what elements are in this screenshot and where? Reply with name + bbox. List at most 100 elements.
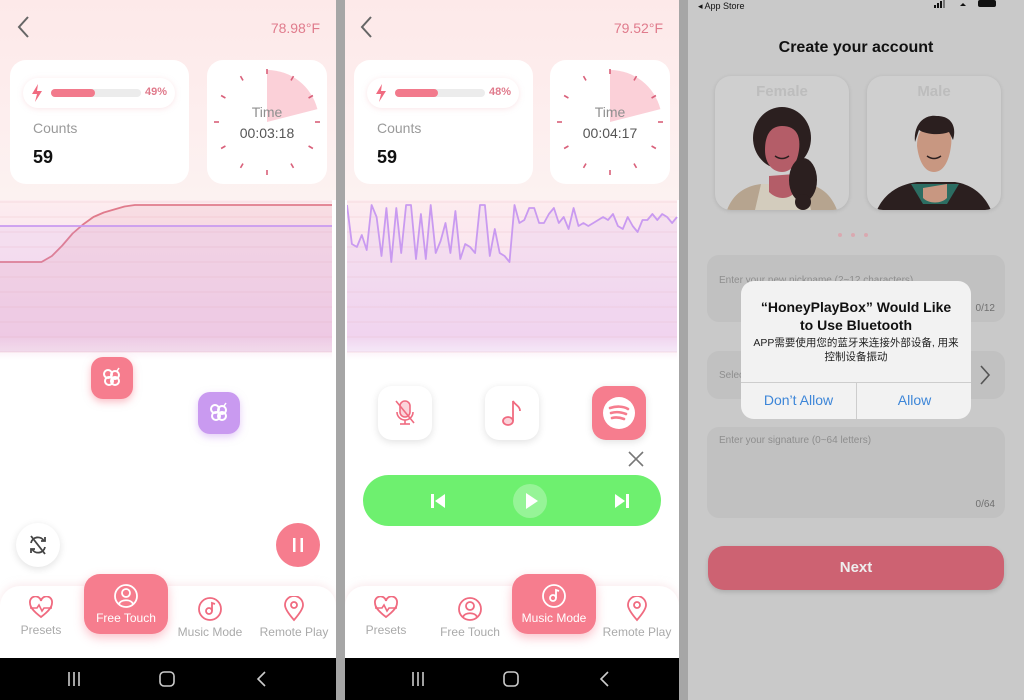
nav-label: Remote Play xyxy=(602,625,672,639)
nav-label: Music Mode xyxy=(177,625,243,639)
wifi-icon xyxy=(960,3,966,6)
flower-pattern-icon xyxy=(103,367,120,386)
nav-label: Free Touch xyxy=(96,611,156,625)
recent-apps-icon[interactable] xyxy=(408,670,428,688)
chevron-right-icon xyxy=(980,365,991,385)
battery-bar xyxy=(51,89,141,97)
nav-remote-play[interactable]: Remote Play xyxy=(597,596,677,639)
signature-counter: 0/64 xyxy=(975,499,995,510)
music-disc-icon xyxy=(542,584,566,608)
music-intensity-chart xyxy=(347,200,678,360)
signal-icon xyxy=(934,0,945,8)
time-value: 00:04:17 xyxy=(582,125,638,141)
timer-dial xyxy=(214,69,320,175)
dont-allow-button[interactable]: Don’t Allow xyxy=(741,382,856,419)
nav-free-touch[interactable]: Free Touch xyxy=(430,596,510,639)
nav-music-mode[interactable]: Music Mode xyxy=(170,596,250,639)
time-label: Time xyxy=(594,104,626,120)
battery-fill xyxy=(51,89,96,97)
timer-card: Time 00:03:18 xyxy=(207,60,327,184)
dial-tick xyxy=(633,163,638,169)
previous-track-icon[interactable] xyxy=(425,488,451,514)
nav-music-mode[interactable]: Music Mode xyxy=(512,574,596,634)
spotify-icon xyxy=(603,397,635,429)
sync-off-icon xyxy=(30,535,46,555)
nav-label: Music Mode xyxy=(521,611,587,625)
bluetooth-permission-alert: “HoneyPlayBox” Would Like to Use Bluetoo… xyxy=(741,281,971,419)
counts-card: 49% Counts 59 xyxy=(10,60,189,184)
heartbeat-icon xyxy=(29,596,53,619)
timer-dial xyxy=(557,69,663,175)
android-nav-bar xyxy=(345,658,679,700)
signature-input[interactable]: Enter your signature (0~64 letters) 0/64 xyxy=(707,427,1005,518)
bottom-nav: Presets Free Touch Music Mode Remote Pla… xyxy=(345,574,679,658)
recent-apps-icon[interactable] xyxy=(64,670,84,688)
location-pin-icon xyxy=(627,596,647,622)
nav-presets[interactable]: Presets xyxy=(1,596,81,637)
series-area-target xyxy=(0,226,332,352)
microphone-button[interactable] xyxy=(378,386,432,440)
gender-label: Male xyxy=(917,83,951,100)
free-touch-screen: 78.98°F 49% Counts 59 Time 00:03:18 Pres… xyxy=(0,0,336,700)
allow-button[interactable]: Allow xyxy=(857,382,972,419)
dial-tick xyxy=(651,145,657,150)
counts-card: 48% Counts 59 xyxy=(354,60,533,184)
pause-button[interactable] xyxy=(276,523,320,567)
music-note-icon xyxy=(502,400,521,426)
timer-card: Time 00:04:17 xyxy=(550,60,670,184)
back-nav-icon[interactable] xyxy=(252,670,272,688)
nav-label: Free Touch xyxy=(440,625,500,639)
temperature-readout: 79.52°F xyxy=(613,20,663,36)
nickname-counter: 0/12 xyxy=(975,303,995,314)
battery-fill xyxy=(395,89,439,97)
status-back-to-app-store[interactable]: ◂ App Store xyxy=(698,1,745,12)
back-nav-icon[interactable] xyxy=(595,670,615,688)
next-button[interactable]: Next xyxy=(708,546,1004,590)
dial-tick xyxy=(290,163,295,169)
close-player-icon[interactable] xyxy=(627,450,645,468)
music-mode-screen: 79.52°F 48% Counts 59 Time 00:04:17 Pres… xyxy=(345,0,679,700)
flower-pattern-icon xyxy=(210,402,227,421)
back-icon[interactable] xyxy=(357,14,377,40)
page-title: Create your account xyxy=(778,39,934,56)
nav-label: Remote Play xyxy=(259,625,329,639)
microphone-off-icon xyxy=(395,400,415,425)
dial-tick xyxy=(308,145,314,150)
dial-tick xyxy=(582,163,587,169)
play-icon xyxy=(526,493,538,509)
back-icon[interactable] xyxy=(14,14,34,40)
pause-icon xyxy=(293,538,303,552)
local-music-button[interactable] xyxy=(485,386,539,440)
play-button[interactable] xyxy=(513,484,547,518)
android-nav-bar xyxy=(0,658,336,700)
sync-toggle-button[interactable] xyxy=(16,523,60,567)
home-icon[interactable] xyxy=(157,670,177,688)
nav-remote-play[interactable]: Remote Play xyxy=(254,596,334,639)
nav-label: Presets xyxy=(20,623,62,637)
next-track-icon[interactable] xyxy=(609,488,635,514)
location-pin-icon xyxy=(284,596,304,622)
counts-value: 59 xyxy=(377,147,398,167)
dial-tick xyxy=(563,145,569,150)
home-icon[interactable] xyxy=(501,670,521,688)
dial-tick xyxy=(563,94,569,99)
battery-bar xyxy=(395,89,485,97)
battery-percent: 49% xyxy=(145,86,168,98)
lightning-icon xyxy=(32,84,42,102)
dial-tick xyxy=(220,94,226,99)
pattern-button-pink[interactable] xyxy=(91,357,133,399)
time-label: Time xyxy=(251,104,283,120)
signature-placeholder: Enter your signature (0~64 letters) xyxy=(719,435,872,446)
pattern-button-purple[interactable] xyxy=(198,392,240,434)
time-value: 00:03:18 xyxy=(239,125,295,141)
nav-free-touch[interactable]: Free Touch xyxy=(84,574,168,634)
gender-option-male[interactable]: Male xyxy=(867,76,1001,210)
counts-value: 59 xyxy=(33,147,54,167)
gender-option-female[interactable]: Female xyxy=(715,76,849,210)
spotify-button[interactable] xyxy=(592,386,646,440)
nav-presets[interactable]: Presets xyxy=(346,596,426,637)
nav-label: Presets xyxy=(365,623,407,637)
music-player-bar xyxy=(363,475,661,526)
lightning-icon xyxy=(376,84,386,102)
battery-indicator: 48% xyxy=(367,78,519,108)
